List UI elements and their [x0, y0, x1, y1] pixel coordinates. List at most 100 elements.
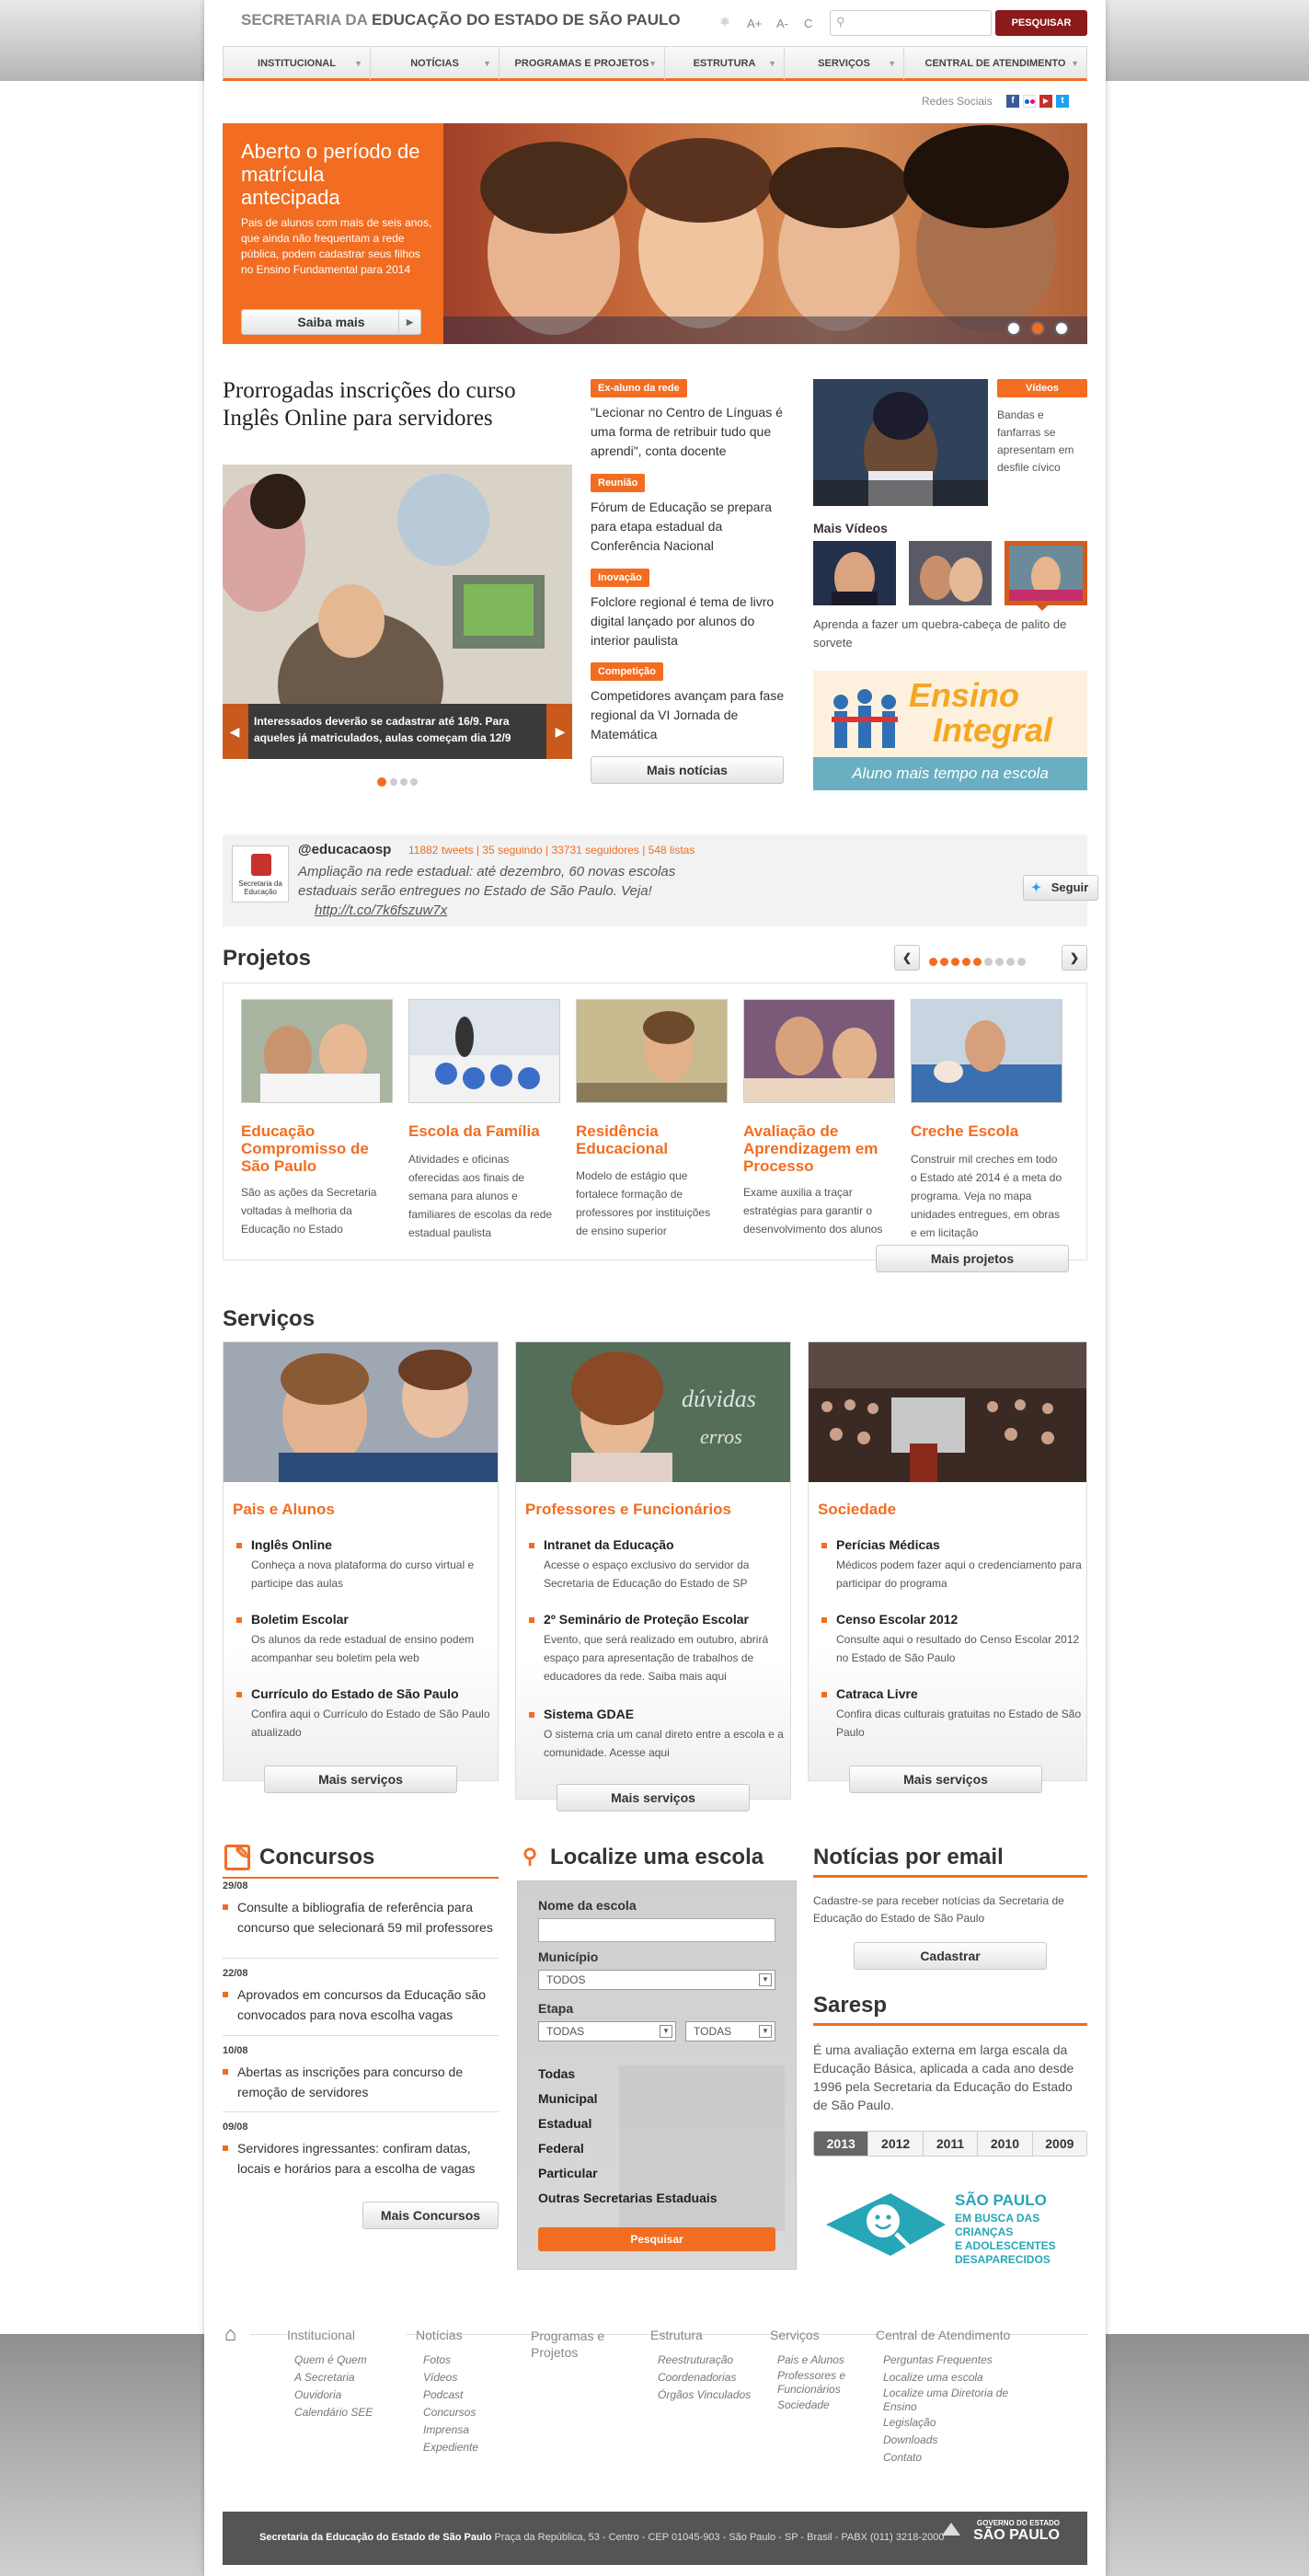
more-concursos-button[interactable]: Mais Concursos — [362, 2202, 499, 2229]
service-item[interactable]: Currículo do Estado de São Paulo Confira … — [236, 1686, 494, 1742]
arrow-right-icon[interactable]: ▶ — [548, 704, 572, 759]
project-image[interactable] — [241, 999, 393, 1103]
project-title[interactable]: Residência Educacional — [576, 1122, 728, 1157]
twitter-avatar[interactable]: Secretaria da Educação — [232, 845, 289, 903]
footer-link[interactable]: Imprensa — [423, 2421, 526, 2439]
etapa-select[interactable]: TODAS ▼ — [538, 2021, 676, 2041]
search-input[interactable]: ⚲ — [830, 10, 992, 36]
news-tag[interactable]: Reunião — [591, 474, 646, 492]
project-title[interactable]: Avaliação de Aprendizagem em Processo — [743, 1122, 900, 1175]
site-title[interactable]: SECRETARIA DA EDUCAÇÃO DO ESTADO DE SÃO … — [241, 11, 681, 29]
nav-item-servicos[interactable]: SERVIÇOS ▼ — [785, 47, 904, 80]
more-news-button[interactable]: Mais notícias — [591, 756, 784, 784]
news-item[interactable]: "Lecionar no Centro de Línguas é uma for… — [591, 403, 788, 461]
news-headline[interactable]: Prorrogadas inscrições do curso Inglês O… — [223, 377, 572, 432]
concurso-item[interactable]: 09/08 Servidores ingressantes: confiram d… — [223, 2112, 499, 2177]
search-button[interactable]: PESQUISAR — [995, 10, 1087, 36]
news-dot-2[interactable] — [390, 778, 397, 786]
project-image[interactable] — [911, 999, 1062, 1103]
footer-link[interactable]: Expediente — [423, 2439, 526, 2456]
service-item[interactable]: Inglês Online Conheça a nova plataforma d… — [236, 1537, 494, 1593]
footer-col-head[interactable]: Serviços — [770, 2328, 871, 2342]
school-name-input[interactable] — [538, 1918, 775, 1942]
saresp-year-tab-active[interactable]: 2013 — [814, 2132, 868, 2156]
etapa-select-2[interactable]: TODAS ▼ — [685, 2021, 775, 2041]
news-item[interactable]: Fórum de Educação se prepara para etapa … — [591, 498, 788, 556]
footer-link[interactable]: Localize uma Diretoria de Ensino — [883, 2386, 1014, 2414]
news-dot-3[interactable] — [400, 778, 408, 786]
project-image[interactable] — [743, 999, 895, 1103]
footer-link[interactable]: Vídeos — [423, 2369, 526, 2386]
ensino-integral-banner[interactable]: Ensino Integral Aluno mais tempo na esco… — [813, 671, 1087, 790]
footer-link[interactable]: Localize uma escola — [883, 2369, 1014, 2386]
service-item[interactable]: Intranet da Educação Acesse o espaço excl… — [529, 1537, 787, 1593]
twitter-icon[interactable]: t — [1056, 95, 1069, 108]
video-thumbnail[interactable] — [813, 379, 988, 506]
saresp-year-tab[interactable]: 2011 — [922, 2132, 978, 2156]
footer-link[interactable]: Perguntas Frequentes — [883, 2352, 1014, 2369]
footer-col-head[interactable]: Notícias — [416, 2328, 526, 2342]
footer-link[interactable]: Ouvidoria — [294, 2386, 403, 2404]
service-item[interactable]: Catraca Livre Confira dicas culturais gra… — [821, 1686, 1083, 1742]
footer-link[interactable]: Professores e Funcionários — [777, 2369, 871, 2397]
service-item[interactable]: 2º Seminário de Proteção Escolar Evento, … — [529, 1612, 787, 1685]
projects-prev-button[interactable]: ❮ — [894, 945, 920, 971]
video-thumbnail-small-active[interactable] — [1005, 541, 1087, 605]
saresp-year-tab[interactable]: 2009 — [1031, 2132, 1086, 2156]
news-photo[interactable]: ◀ ▶ Interessados deverão se cadastrar at… — [223, 465, 572, 759]
footer-link[interactable]: Concursos — [423, 2404, 526, 2421]
option-federal[interactable]: Federal — [538, 2136, 718, 2161]
footer-link[interactable]: Coordenadorias — [658, 2369, 761, 2386]
more-services-button[interactable]: Mais serviços — [849, 1765, 1042, 1793]
news-dot-4[interactable] — [410, 778, 418, 786]
footer-link[interactable]: Órgãos Vinculados — [658, 2386, 761, 2404]
footer-link[interactable]: Contato — [883, 2449, 1014, 2467]
project-image[interactable] — [408, 999, 560, 1103]
more-services-button[interactable]: Mais serviços — [557, 1784, 750, 1811]
footer-link[interactable]: Sociedade — [777, 2397, 871, 2414]
follow-button[interactable]: ✦ Seguir — [1023, 875, 1098, 901]
carousel-dot-2[interactable] — [1030, 321, 1045, 336]
facebook-icon[interactable]: f — [1006, 95, 1019, 108]
tweet-link[interactable]: http://t.co/7k6fszuw7x — [315, 903, 447, 918]
project-image[interactable] — [576, 999, 728, 1103]
concurso-item[interactable]: 22/08 Aprovados em concursos da Educação … — [223, 1959, 499, 2036]
option-particular[interactable]: Particular — [538, 2161, 718, 2186]
missing-children-banner[interactable]: SÃO PAULO EM BUSCA DAS CRIANÇAS E ADOLESC… — [817, 2188, 1087, 2266]
nav-item-estrutura[interactable]: ESTRUTURA ▼ — [665, 47, 785, 80]
news-item[interactable]: Competidores avançam para fase regional … — [591, 686, 788, 744]
videos-tag[interactable]: Vídeos — [997, 379, 1087, 397]
footer-link[interactable]: Reestruturação — [658, 2352, 761, 2369]
saresp-year-tab[interactable]: 2012 — [867, 2132, 923, 2156]
carousel-dot-3[interactable] — [1054, 321, 1069, 336]
video-thumbnail-small[interactable] — [813, 541, 896, 605]
font-decrease-button[interactable]: A- — [776, 17, 788, 30]
news-tag[interactable]: Ex-aluno da rede — [591, 379, 687, 397]
saresp-year-tab[interactable]: 2010 — [977, 2132, 1032, 2156]
service-item[interactable]: Boletim Escolar Os alunos da rede estadua… — [236, 1612, 494, 1667]
footer-link[interactable]: Calendário SEE — [294, 2404, 403, 2421]
news-tag[interactable]: Inovação — [591, 569, 649, 587]
footer-link[interactable]: Podcast — [423, 2386, 526, 2404]
footer-col-head[interactable]: Estrutura — [650, 2328, 761, 2342]
subscribe-button[interactable]: Cadastrar — [854, 1942, 1047, 1970]
nav-item-noticias[interactable]: NOTÍCIAS ▼ — [371, 47, 499, 80]
project-title[interactable]: Creche Escola — [911, 1122, 1062, 1140]
nav-item-central[interactable]: CENTRAL DE ATENDIMENTO ▼ — [904, 47, 1086, 80]
localize-search-button[interactable]: Pesquisar — [538, 2227, 775, 2251]
video-caption[interactable]: Aprenda a fazer um quebra-cabeça de pali… — [813, 615, 1087, 652]
contrast-button[interactable]: C — [804, 17, 812, 30]
option-estadual[interactable]: Estadual — [538, 2111, 718, 2136]
arrow-left-icon[interactable]: ◀ — [223, 704, 247, 759]
nav-item-programas[interactable]: PROGRAMAS E PROJETOS ▼ — [499, 47, 665, 80]
project-title[interactable]: Escola da Família — [408, 1122, 560, 1140]
service-item[interactable]: Perícias Médicas Médicos podem fazer aqui… — [821, 1537, 1083, 1593]
video-description[interactable]: Bandas e fanfarras se apresentam em desf… — [997, 407, 1087, 477]
video-thumbnail-small[interactable] — [909, 541, 992, 605]
news-dot-1[interactable] — [377, 777, 386, 787]
concurso-item[interactable]: 29/08 Consulte a bibliografia de referênc… — [223, 1880, 499, 1959]
footer-link[interactable]: Legislação — [883, 2414, 1014, 2432]
twitter-handle[interactable]: @educacaosp — [298, 842, 391, 857]
footer-link[interactable]: A Secretaria — [294, 2369, 403, 2386]
footer-link[interactable]: Downloads — [883, 2432, 1014, 2449]
